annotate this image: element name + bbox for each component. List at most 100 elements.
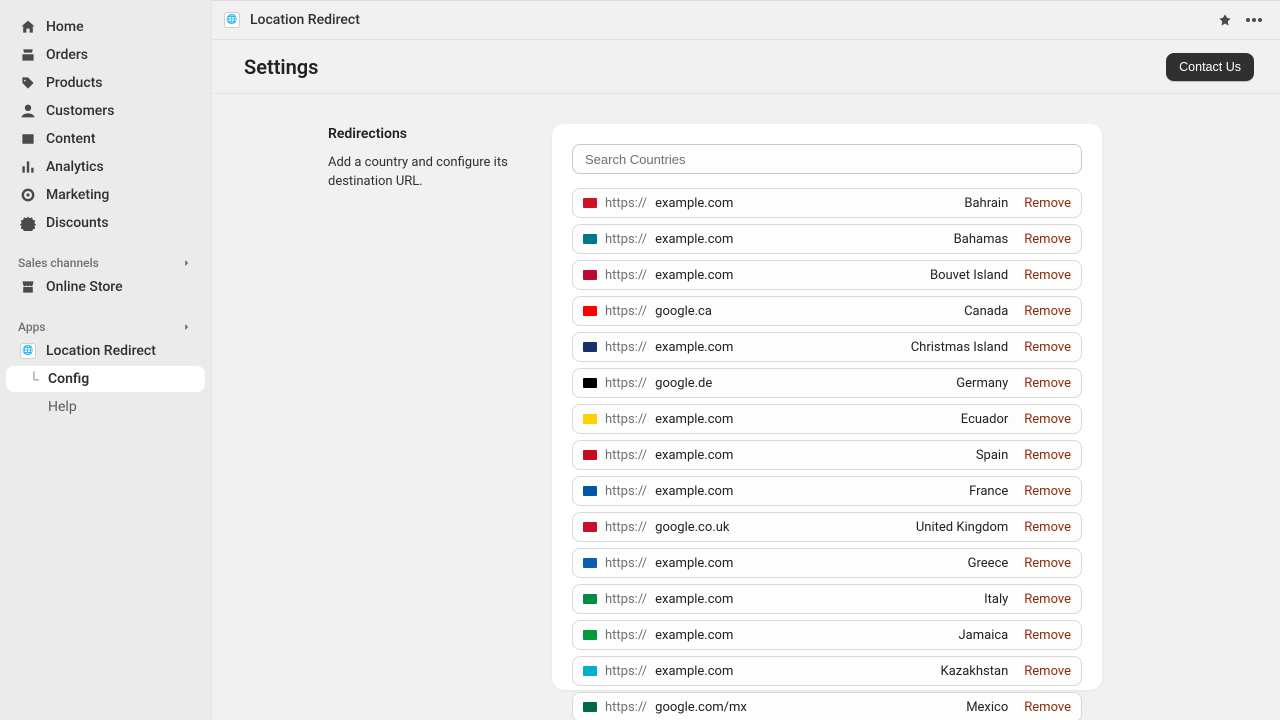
flag-icon — [583, 702, 597, 712]
redirect-row[interactable]: https://example.comItalyRemove — [572, 584, 1082, 614]
nav-label: Home — [46, 19, 84, 35]
remove-link[interactable]: Remove — [1024, 304, 1071, 319]
pin-icon[interactable] — [1218, 13, 1232, 27]
redirect-row[interactable]: https://example.comBahrainRemove — [572, 188, 1082, 218]
customers-icon — [20, 103, 36, 119]
nav-analytics[interactable]: Analytics — [6, 154, 205, 180]
remove-link[interactable]: Remove — [1024, 592, 1071, 607]
section-info: Redirections Add a country and configure… — [272, 124, 532, 690]
url-prefix: https:// — [605, 592, 647, 607]
url-domain: example.com — [655, 628, 950, 643]
redirect-row[interactable]: https://example.comKazakhstanRemove — [572, 656, 1082, 686]
orders-icon — [20, 47, 36, 63]
url-domain: example.com — [655, 592, 976, 607]
url-domain: google.ca — [655, 304, 956, 319]
app-sub-config[interactable]: └ Config — [6, 366, 205, 392]
redirect-row[interactable]: https://example.comGreeceRemove — [572, 548, 1082, 578]
redirect-row[interactable]: https://google.caCanadaRemove — [572, 296, 1082, 326]
country-name: Germany — [956, 376, 1008, 391]
url-prefix: https:// — [605, 304, 647, 319]
url-domain: google.de — [655, 376, 948, 391]
remove-link[interactable]: Remove — [1024, 376, 1071, 391]
country-name: Ecuador — [961, 412, 1008, 427]
url-domain: google.co.uk — [655, 520, 908, 535]
main: 🌐 Location Redirect Settings Contact Us … — [212, 0, 1280, 720]
page-title: Settings — [244, 55, 318, 79]
flag-icon — [583, 450, 597, 460]
search-input[interactable] — [572, 144, 1082, 174]
country-name: Bouvet Island — [930, 268, 1008, 283]
flag-icon — [583, 522, 597, 532]
url-prefix: https:// — [605, 520, 647, 535]
apps-header[interactable]: Apps — [0, 312, 211, 338]
url-prefix: https:// — [605, 340, 647, 355]
nav-discounts[interactable]: Discounts — [6, 210, 205, 236]
nav-orders[interactable]: Orders — [6, 42, 205, 68]
remove-link[interactable]: Remove — [1024, 448, 1071, 463]
url-domain: example.com — [655, 484, 961, 499]
url-prefix: https:// — [605, 376, 647, 391]
content: Redirections Add a country and configure… — [212, 94, 1280, 720]
url-prefix: https:// — [605, 664, 647, 679]
redirect-row[interactable]: https://example.comSpainRemove — [572, 440, 1082, 470]
redirect-row[interactable]: https://example.comFranceRemove — [572, 476, 1082, 506]
remove-link[interactable]: Remove — [1024, 520, 1071, 535]
nav-label: Location Redirect — [46, 343, 156, 359]
nav-label: Discounts — [46, 215, 109, 231]
url-domain: example.com — [655, 268, 922, 283]
nav-home[interactable]: Home — [6, 14, 205, 40]
nav-marketing[interactable]: Marketing — [6, 182, 205, 208]
flag-icon — [583, 198, 597, 208]
nav-label: Analytics — [46, 159, 104, 175]
redirect-row[interactable]: https://example.comBahamasRemove — [572, 224, 1082, 254]
remove-link[interactable]: Remove — [1024, 412, 1071, 427]
remove-link[interactable]: Remove — [1024, 340, 1071, 355]
remove-link[interactable]: Remove — [1024, 196, 1071, 211]
flag-icon — [583, 414, 597, 424]
products-icon — [20, 75, 36, 91]
remove-link[interactable]: Remove — [1024, 268, 1071, 283]
remove-link[interactable]: Remove — [1024, 484, 1071, 499]
remove-link[interactable]: Remove — [1024, 232, 1071, 247]
nav-label: Online Store — [46, 279, 123, 295]
section-title: Redirections — [328, 126, 532, 142]
nav-label: Content — [46, 131, 96, 147]
contact-button[interactable]: Contact Us — [1166, 53, 1254, 81]
home-icon — [20, 19, 36, 35]
nav-label: Config — [48, 371, 89, 387]
chevron-right-icon — [181, 257, 193, 269]
remove-link[interactable]: Remove — [1024, 700, 1071, 715]
url-domain: example.com — [655, 196, 956, 211]
nav-content[interactable]: Content — [6, 126, 205, 152]
url-domain: example.com — [655, 412, 953, 427]
remove-link[interactable]: Remove — [1024, 664, 1071, 679]
flag-icon — [583, 594, 597, 604]
redirect-row[interactable]: https://google.co.ukUnited KingdomRemove — [572, 512, 1082, 542]
nav-label: Products — [46, 75, 103, 91]
url-domain: example.com — [655, 556, 960, 571]
redirect-row[interactable]: https://example.comJamaicaRemove — [572, 620, 1082, 650]
country-name: Christmas Island — [911, 340, 1009, 355]
redirect-row[interactable]: https://example.comEcuadorRemove — [572, 404, 1082, 434]
remove-link[interactable]: Remove — [1024, 556, 1071, 571]
redirect-row[interactable]: https://example.comBouvet IslandRemove — [572, 260, 1082, 290]
app-location-redirect[interactable]: 🌐 Location Redirect — [6, 338, 205, 364]
redirect-row[interactable]: https://example.comChristmas IslandRemov… — [572, 332, 1082, 362]
app-icon: 🌐 — [224, 12, 240, 28]
header-row: Settings Contact Us — [212, 40, 1280, 94]
url-prefix: https:// — [605, 700, 647, 715]
sidebar: Home Orders Products Customers Content A… — [0, 0, 212, 720]
app-sub-help[interactable]: Help — [6, 394, 205, 420]
nav-products[interactable]: Products — [6, 70, 205, 96]
sales-channels-header[interactable]: Sales channels — [0, 248, 211, 274]
url-domain: example.com — [655, 664, 932, 679]
remove-link[interactable]: Remove — [1024, 628, 1071, 643]
redirect-row[interactable]: https:// google.de Germany Remove — [572, 368, 1082, 398]
more-icon[interactable] — [1246, 18, 1262, 22]
url-prefix: https:// — [605, 628, 647, 643]
nav-online-store[interactable]: Online Store — [6, 274, 205, 300]
url-prefix: https:// — [605, 556, 647, 571]
nav-customers[interactable]: Customers — [6, 98, 205, 124]
flag-icon — [583, 630, 597, 640]
redirect-row[interactable]: https://google.com/mxMexicoRemove — [572, 692, 1082, 720]
